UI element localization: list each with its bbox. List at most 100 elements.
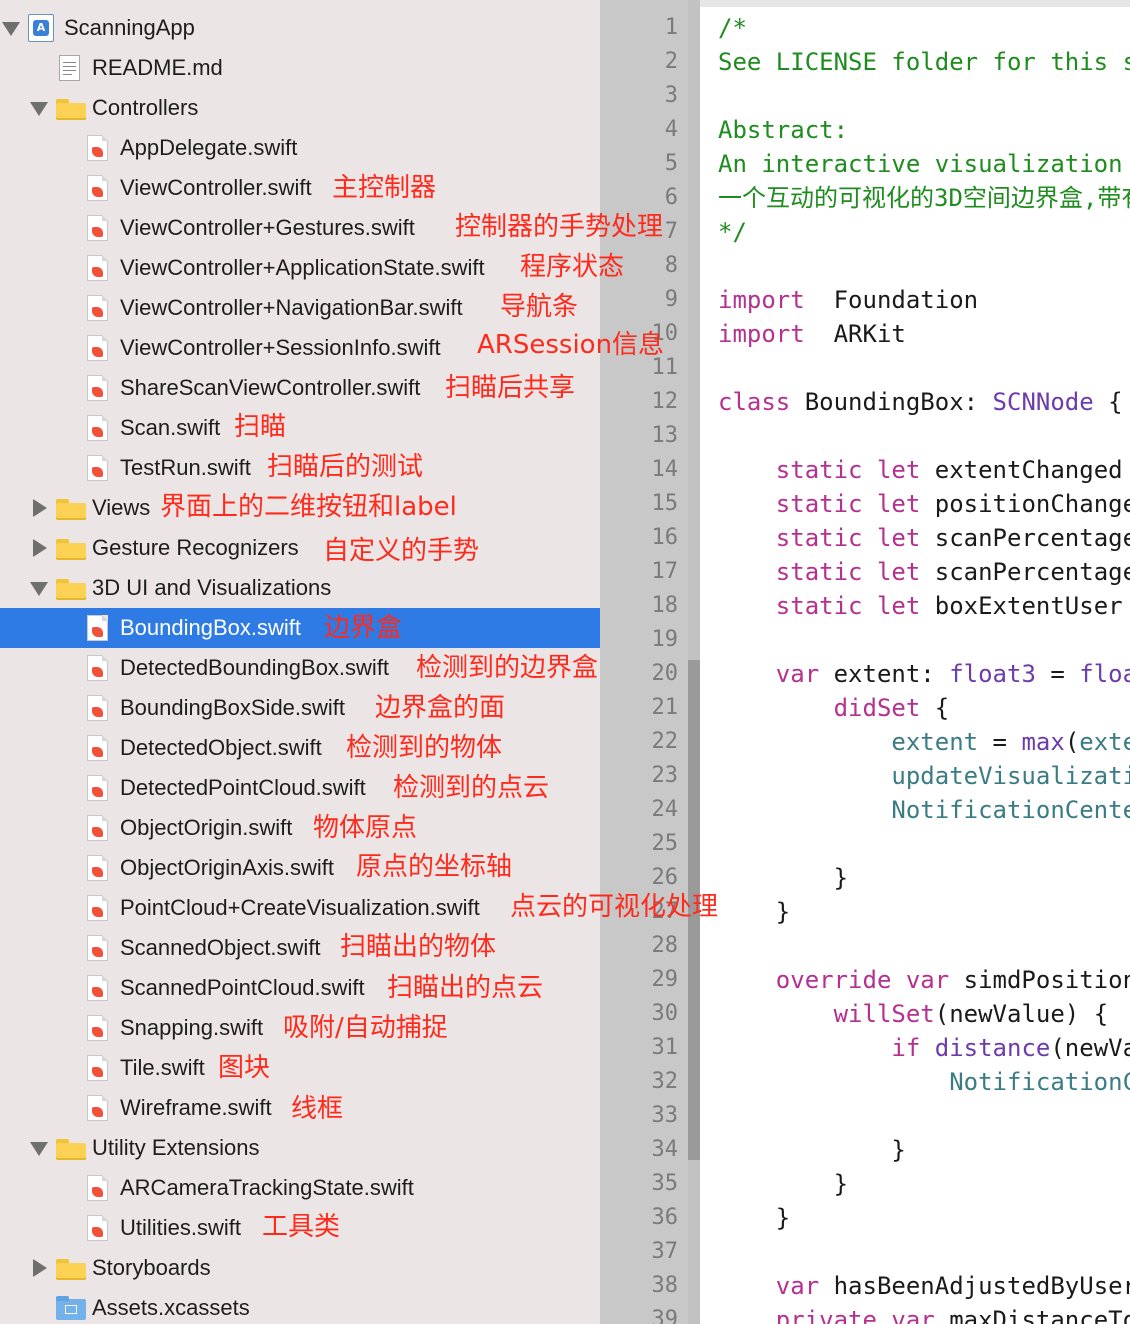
- line-number: 30: [651, 1001, 679, 1026]
- annotation-note: 扫瞄后的测试: [267, 452, 424, 482]
- navigator-row[interactable]: Scan.swift: [0, 408, 600, 448]
- swift-file-icon: [87, 815, 108, 841]
- line-number: 25: [651, 831, 679, 856]
- code-line[interactable]: 一个互动的可视化的3D空间边界盒,带有: [718, 181, 1130, 215]
- folder-icon: [56, 499, 86, 520]
- code-line[interactable]: */: [718, 215, 747, 249]
- code-line[interactable]: NotificationCenter: [718, 1065, 1130, 1099]
- disclosure-expanded-icon[interactable]: [30, 1142, 48, 1156]
- code-line[interactable]: import Foundation: [718, 283, 978, 317]
- folder-icon: [56, 539, 86, 560]
- code-line[interactable]: /*: [718, 11, 747, 45]
- annotation-note: 扫瞄出的物体: [340, 932, 497, 962]
- code-line[interactable]: override var simdPosition: [718, 963, 1130, 997]
- swift-file-icon: [87, 1175, 108, 1201]
- line-number: 9: [664, 287, 678, 312]
- code-line[interactable]: if distance(newValue: [718, 1031, 1130, 1065]
- code-line[interactable]: didSet {: [718, 691, 950, 725]
- annotation-note: 控制器的手势处理: [455, 212, 664, 242]
- code-line[interactable]: private var maxDistanceToFocusPoint: [718, 1303, 1130, 1324]
- fold-region-marker[interactable]: [688, 660, 700, 1000]
- navigator-row[interactable]: Storyboards: [0, 1248, 600, 1288]
- navigator-item-label: ScanningApp: [64, 15, 195, 40]
- navigator-row[interactable]: BoundingBoxSide.swift: [0, 688, 600, 728]
- swift-file-icon: [87, 455, 108, 481]
- navigator-row[interactable]: ViewController+ApplicationState.swift: [0, 248, 600, 288]
- navigator-row[interactable]: Gesture Recognizers: [0, 528, 600, 568]
- navigator-row[interactable]: BoundingBox.swift: [0, 608, 600, 648]
- swift-file-icon: [87, 1055, 108, 1081]
- code-line[interactable]: }: [718, 1167, 848, 1201]
- navigator-item-label: Gesture Recognizers: [92, 535, 299, 560]
- line-number: 6: [664, 185, 678, 210]
- code-line[interactable]: static let scanPercentage: [718, 521, 1130, 555]
- disclosure-expanded-icon[interactable]: [2, 22, 20, 36]
- code-line[interactable]: }: [718, 895, 790, 929]
- navigator-item-label: ViewController+NavigationBar.swift: [120, 295, 463, 320]
- disclosure-collapsed-icon[interactable]: [33, 539, 47, 557]
- code-line[interactable]: class BoundingBox: SCNNode {: [718, 385, 1123, 419]
- code-line[interactable]: willSet(newValue) {: [718, 997, 1109, 1031]
- code-line[interactable]: }: [718, 1133, 905, 1167]
- navigator-row[interactable]: ObjectOrigin.swift: [0, 808, 600, 848]
- swift-file-icon: [87, 975, 108, 1001]
- code-line[interactable]: var hasBeenAdjustedByUser: [718, 1269, 1130, 1303]
- annotation-note: 原点的坐标轴: [356, 852, 513, 882]
- navigator-row[interactable]: 3D UI and Visualizations: [0, 568, 600, 608]
- swift-file-icon: [87, 1215, 108, 1241]
- navigator-row[interactable]: Tile.swift: [0, 1048, 600, 1088]
- navigator-item-label: Controllers: [92, 95, 199, 120]
- code-line[interactable]: extent = max(extent: [718, 725, 1130, 759]
- disclosure-expanded-icon[interactable]: [30, 582, 48, 596]
- line-number: 4: [664, 117, 678, 142]
- code-line[interactable]: }: [718, 1201, 790, 1235]
- code-line[interactable]: An interactive visualization of a boundi…: [718, 147, 1130, 181]
- navigator-row[interactable]: ARCameraTrackingState.swift: [0, 1168, 600, 1208]
- navigator-row[interactable]: Assets.xcassets: [0, 1288, 600, 1324]
- navigator-row[interactable]: Utility Extensions: [0, 1128, 600, 1168]
- navigator-item-label: BoundingBoxSide.swift: [120, 695, 346, 720]
- code-line[interactable]: Abstract:: [718, 113, 848, 147]
- line-number: 20: [651, 661, 679, 686]
- code-line[interactable]: }: [718, 861, 848, 895]
- swift-file-icon: [87, 735, 108, 761]
- line-number: 29: [651, 967, 679, 992]
- code-line[interactable]: import ARKit: [718, 317, 906, 351]
- line-number: 39: [651, 1307, 679, 1324]
- line-number: 18: [651, 593, 679, 618]
- disclosure-collapsed-icon[interactable]: [33, 499, 47, 517]
- navigator-item-label: Wireframe.swift: [120, 1095, 272, 1120]
- swift-file-icon: [87, 255, 108, 281]
- navigator-item-label: ViewController+Gestures.swift: [120, 215, 415, 240]
- navigator-row[interactable]: Controllers: [0, 88, 600, 128]
- source-editor[interactable]: 1 /* 2 See LICENSE folder for this sample's…: [600, 0, 1130, 1324]
- navigator-item-label: ScannedObject.swift: [120, 935, 321, 960]
- fold-region-marker[interactable]: [688, 998, 700, 1160]
- navigator-item-label: ViewController.swift: [120, 175, 312, 200]
- code-line[interactable]: static let boxExtentUser: [718, 589, 1123, 623]
- annotation-note: ARSession信息: [477, 330, 665, 360]
- swift-file-icon: [87, 295, 108, 321]
- code-line[interactable]: updateVisualization: [718, 759, 1130, 793]
- navigator-row[interactable]: DetectedObject.swift: [0, 728, 600, 768]
- code-line[interactable]: var extent: float3 = float3: [718, 657, 1130, 691]
- markdown-file-icon: [59, 55, 80, 81]
- navigator-row[interactable]: ScannedObject.swift: [0, 928, 600, 968]
- folder-icon: [56, 1259, 86, 1280]
- navigator-row[interactable]: A ScanningApp: [0, 8, 600, 48]
- annotation-note: 工具类: [262, 1212, 341, 1242]
- code-line[interactable]: NotificationCenter: [718, 793, 1130, 827]
- disclosure-collapsed-icon[interactable]: [33, 1259, 47, 1277]
- line-number: 14: [651, 457, 679, 482]
- disclosure-expanded-icon[interactable]: [30, 102, 48, 116]
- navigator-item-label: ObjectOrigin.swift: [120, 815, 293, 840]
- navigator-row[interactable]: README.md: [0, 48, 600, 88]
- code-line[interactable]: static let extentChanged: [718, 453, 1123, 487]
- code-line[interactable]: static let scanPercentage: [718, 555, 1130, 589]
- code-line[interactable]: static let positionChanged: [718, 487, 1130, 521]
- folder-icon: [56, 579, 86, 600]
- code-line[interactable]: See LICENSE folder for this sample's lic…: [718, 45, 1130, 79]
- line-number: 17: [651, 559, 679, 584]
- navigator-row[interactable]: AppDelegate.swift: [0, 128, 600, 168]
- navigator-row[interactable]: ViewController.swift: [0, 168, 600, 208]
